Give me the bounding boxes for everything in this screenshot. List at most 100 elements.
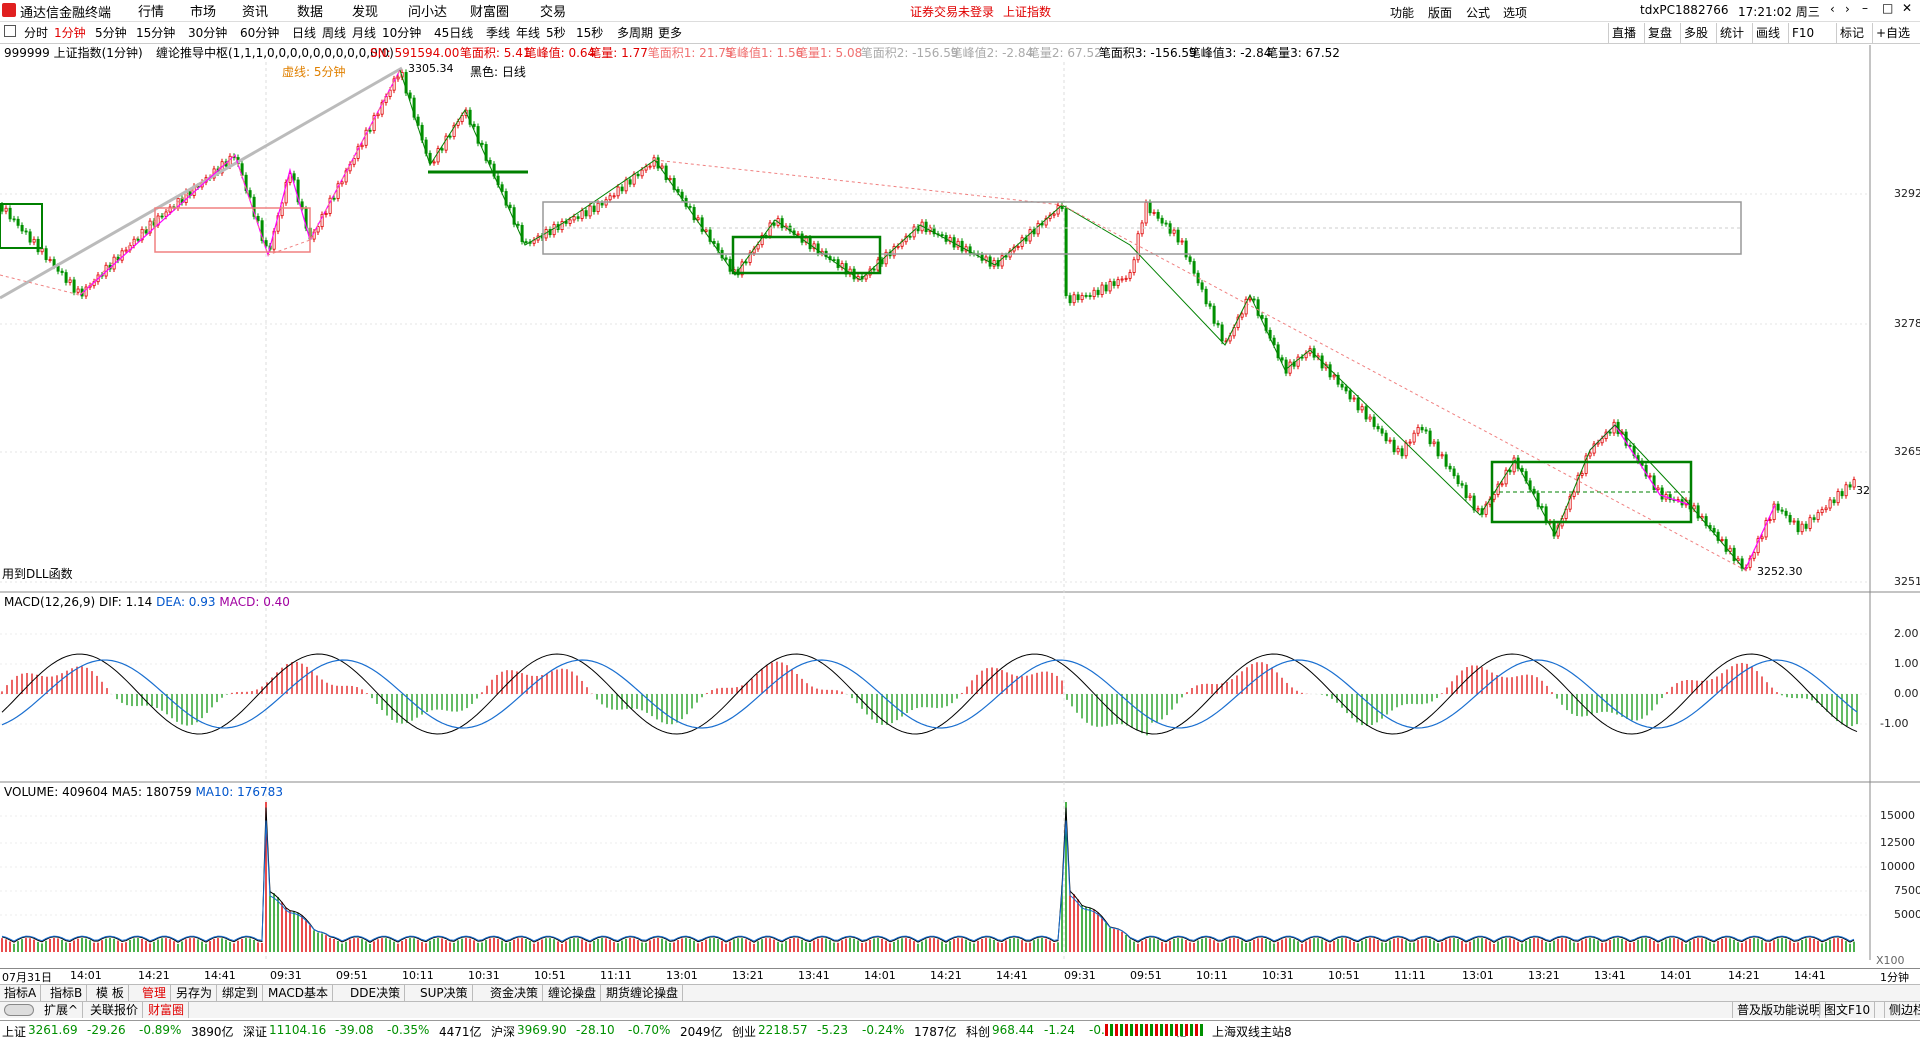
time-label-24: 13:41: [1594, 969, 1626, 982]
account-id[interactable]: tdxPC1882766: [1640, 3, 1728, 17]
tab-9[interactable]: 资金决策: [486, 985, 544, 1001]
period-16[interactable]: 更多: [656, 23, 684, 43]
tab-right-2[interactable]: 侧边栏 《: [1884, 1002, 1920, 1018]
period-12[interactable]: 年线: [514, 23, 542, 43]
period-9[interactable]: 10分钟: [380, 23, 423, 43]
trade-notice[interactable]: 证券交易未登录: [910, 3, 994, 20]
right-menu-2[interactable]: 公式: [1466, 3, 1490, 23]
status-pct-3: -0.24%: [862, 1023, 905, 1037]
tool-6[interactable]: 标记: [1836, 23, 1867, 43]
time-label-20: 10:51: [1328, 969, 1360, 982]
index-link[interactable]: 上证指数: [1003, 3, 1051, 20]
indicator-name[interactable]: 缠论推导中枢(1,1,1,0,0,0,0,0,0,0,0,0,0,0): [156, 45, 394, 61]
period-8[interactable]: 月线: [350, 23, 378, 43]
tab-11[interactable]: 期货缠论操盘: [602, 985, 684, 1001]
chart-area[interactable]: [0, 0, 1920, 960]
macd-tick-0: 2.00: [1894, 627, 1919, 640]
close-icon[interactable]: ✕: [1902, 1, 1912, 15]
status-name-0[interactable]: 上证: [2, 1023, 26, 1040]
period-0[interactable]: 分时: [22, 23, 50, 43]
menu-4[interactable]: 发现: [352, 3, 378, 23]
status-pct-0: -0.89%: [139, 1023, 182, 1037]
last-price-label: 32: [1856, 484, 1870, 497]
tab-right-0[interactable]: 普及版功能说明: [1732, 1002, 1827, 1018]
status-change-0: -29.26: [87, 1023, 126, 1037]
main-tick-3: 3251: [1894, 575, 1920, 588]
menu-0[interactable]: 行情: [138, 3, 164, 23]
status-amount-1: 4471亿: [439, 1025, 482, 1039]
tab-0[interactable]: 指标A: [0, 985, 42, 1001]
time-label-8: 10:51: [534, 969, 566, 982]
period-15[interactable]: 多周期: [615, 23, 655, 43]
status-name-3[interactable]: 创业: [732, 1023, 756, 1040]
time-label-3: 14:41: [204, 969, 236, 982]
right-menu-3[interactable]: 选项: [1503, 3, 1527, 23]
menu-5[interactable]: 问小达: [408, 3, 447, 23]
period-1[interactable]: 1分钟: [52, 23, 88, 43]
menu-6[interactable]: 财富圈: [470, 3, 509, 23]
menu-1[interactable]: 市场: [190, 3, 216, 23]
panel-toggle-icon[interactable]: [4, 25, 16, 37]
tab-6[interactable]: MACD基本: [264, 985, 333, 1001]
vol-tick-4: 5000: [1894, 908, 1920, 921]
tab2-2[interactable]: 财富圈: [144, 1002, 190, 1018]
title-bar: 通达信金融终端 行情 市场 资讯 数据 发现 问小达 财富圈 交易 证券交易未登录 上证指数 …: [0, 0, 1920, 22]
indicator-value-7: 笔面积2: -156.59: [860, 46, 959, 60]
menu-7[interactable]: 交易: [540, 3, 566, 23]
time-label-0: 07月31日: [2, 971, 52, 984]
period-11[interactable]: 季线: [484, 23, 512, 43]
tab-3[interactable]: 管理: [138, 985, 172, 1001]
menu-3[interactable]: 数据: [297, 3, 323, 23]
period-2[interactable]: 5分钟: [93, 23, 129, 43]
time-label-12: 13:41: [798, 969, 830, 982]
tool-0[interactable]: 直播: [1608, 23, 1639, 43]
tab2-0[interactable]: 扩展^: [40, 1002, 84, 1018]
macd-dea: DEA: 0.93: [156, 595, 216, 609]
status-name-1[interactable]: 深证: [243, 1023, 267, 1040]
tab-8[interactable]: SUP决策: [416, 985, 473, 1001]
period-4[interactable]: 30分钟: [186, 23, 229, 43]
back-icon[interactable]: ‹: [1830, 2, 1835, 16]
period-7[interactable]: 周线: [320, 23, 348, 43]
maximize-icon[interactable]: □: [1882, 1, 1893, 15]
forward-icon[interactable]: ›: [1845, 2, 1850, 16]
tab2-1[interactable]: 关联报价: [86, 1002, 144, 1018]
status-pct-1: -0.35%: [387, 1023, 430, 1037]
toggle-icon[interactable]: [4, 1004, 34, 1016]
tool-7[interactable]: +自选: [1872, 23, 1913, 43]
right-menu-0[interactable]: 功能: [1390, 3, 1414, 23]
period-bar: 分时 1分钟 5分钟 15分钟 30分钟 60分钟 日线 周线 月线 10分钟 45日线 季线 年线 5秒…: [0, 22, 1920, 44]
tool-5[interactable]: F10: [1788, 23, 1817, 43]
indicator-value-1: 笔面积: 5.41: [459, 46, 531, 60]
tab-10[interactable]: 缠论操盘: [544, 985, 602, 1001]
period-13[interactable]: 5秒: [544, 23, 568, 43]
axis-period[interactable]: 1分钟: [1880, 969, 1909, 985]
black-label: 黑色: 日线: [470, 65, 526, 79]
indicator-value-2: 笔峰值: 0.64: [524, 46, 596, 60]
status-name-2[interactable]: 沪深: [491, 1023, 515, 1040]
tab-5[interactable]: 绑定到: [218, 985, 264, 1001]
menu-2[interactable]: 资讯: [242, 3, 268, 23]
status-name-4[interactable]: 科创: [966, 1023, 990, 1040]
tab-right-1[interactable]: 图文F10: [1819, 1002, 1876, 1018]
tab-1[interactable]: 指标B: [46, 985, 88, 1001]
period-6[interactable]: 日线: [290, 23, 318, 43]
tool-3[interactable]: 统计: [1716, 23, 1747, 43]
tab-2[interactable]: 模 板: [92, 985, 129, 1001]
app-logo-icon: [2, 3, 16, 17]
time-label-7: 10:31: [468, 969, 500, 982]
period-5[interactable]: 60分钟: [238, 23, 281, 43]
right-menu-1[interactable]: 版面: [1428, 3, 1452, 23]
period-14[interactable]: 15秒: [574, 23, 605, 43]
tool-1[interactable]: 复盘: [1644, 23, 1675, 43]
low-label: 3252.30: [1757, 565, 1803, 578]
period-3[interactable]: 15分钟: [134, 23, 177, 43]
tool-2[interactable]: 多股: [1680, 23, 1711, 43]
tab-4[interactable]: 另存为: [172, 985, 218, 1001]
minimize-icon[interactable]: –: [1862, 1, 1868, 15]
tool-4[interactable]: 画线: [1752, 23, 1783, 43]
server-name[interactable]: 上海双线主站8: [1212, 1023, 1292, 1040]
status-amount-0: 3890亿: [191, 1025, 234, 1039]
period-10[interactable]: 45日线: [432, 23, 475, 43]
tab-7[interactable]: DDE决策: [346, 985, 406, 1001]
